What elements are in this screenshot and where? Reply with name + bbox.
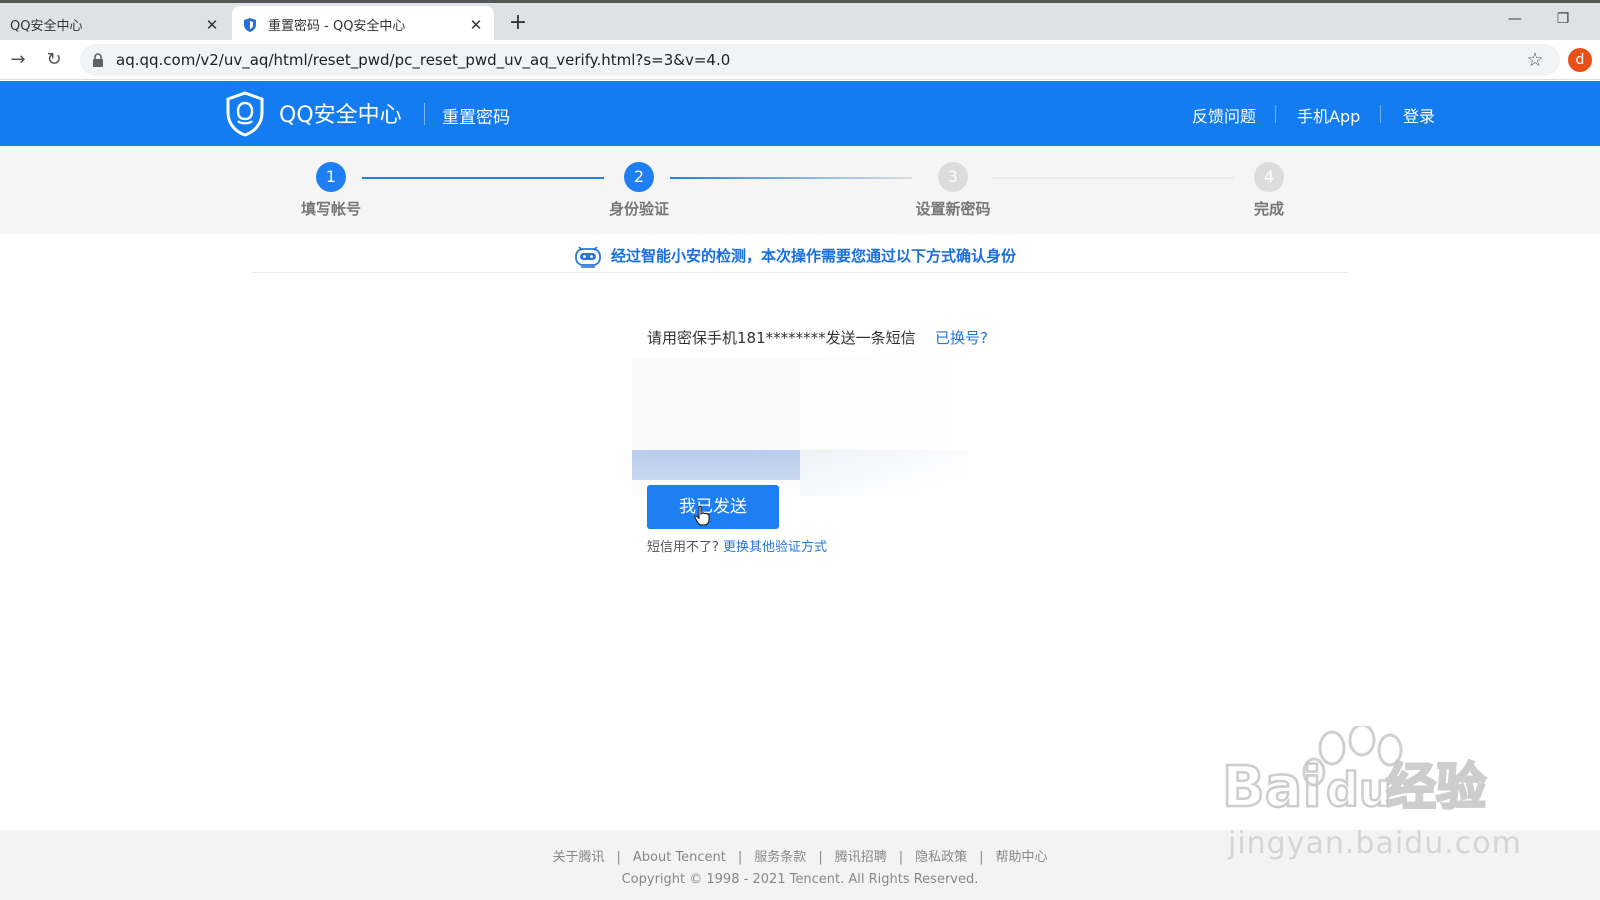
- qq-shield-logo-icon[interactable]: [225, 91, 265, 137]
- shield-favicon-icon: [244, 17, 256, 32]
- tab-close-icon[interactable]: ✕: [204, 16, 220, 34]
- page-subtitle: 重置密码: [442, 108, 510, 128]
- change-verify-method-link[interactable]: 更换其他验证方式: [723, 540, 827, 555]
- tab-title: 重置密码 - QQ安全中心: [268, 19, 406, 34]
- step-connector: [992, 177, 1234, 179]
- footer-separator: |: [818, 850, 823, 865]
- lock-icon: [93, 53, 103, 67]
- step-3-label: 设置新密码: [915, 200, 991, 218]
- tab-title: QQ安全中心: [10, 19, 83, 34]
- tab-close-icon[interactable]: ✕: [468, 16, 484, 34]
- footer-separator: |: [979, 850, 984, 865]
- step-2-circle: 2: [624, 162, 654, 192]
- address-bar-row: → ↻ aq.qq.com/v2/uv_aq/html/reset_pwd/pc…: [0, 40, 1600, 80]
- sms-unavailable-text: 短信用不了?: [647, 540, 719, 555]
- footer-link-about-cn[interactable]: 关于腾讯: [552, 850, 604, 865]
- footer-link-about-en[interactable]: About Tencent: [633, 850, 726, 865]
- logo-text[interactable]: QQ安全中心: [279, 97, 402, 129]
- step-3-circle: 3: [938, 162, 968, 192]
- restore-icon[interactable]: ❐: [1548, 11, 1578, 33]
- footer-link-privacy[interactable]: 隐私政策: [915, 850, 967, 865]
- watermark-url: jingyan.baidu.com: [1228, 826, 1522, 861]
- watermark-brand-cn: 经验: [1386, 758, 1486, 816]
- mobile-app-link[interactable]: 手机App: [1297, 103, 1360, 127]
- tab-reset-password[interactable]: 重置密码 - QQ安全中心 ✕: [232, 6, 494, 43]
- sent-confirm-button[interactable]: 我已发送: [647, 485, 779, 529]
- divider: [252, 272, 1348, 273]
- forward-icon[interactable]: →: [6, 48, 30, 72]
- progress-steps: 1 填写帐号 2 身份验证 3 设置新密码 4 完成: [0, 146, 1600, 234]
- bookmark-star-icon[interactable]: ☆: [1524, 49, 1546, 71]
- footer-separator: |: [898, 850, 904, 865]
- footer-separator: |: [616, 850, 621, 865]
- header-link-divider: [1380, 105, 1381, 123]
- feedback-link[interactable]: 反馈问题: [1192, 103, 1256, 127]
- robot-assistant-icon: [575, 246, 601, 268]
- header-divider: [424, 103, 425, 125]
- footer-link-terms[interactable]: 服务条款: [754, 850, 806, 865]
- watermark-brand-text-2: du: [1326, 763, 1392, 817]
- footer-separator: |: [737, 850, 743, 865]
- step-1-circle: 1: [316, 162, 346, 192]
- url-field[interactable]: aq.qq.com/v2/uv_aq/html/reset_pwd/pc_res…: [80, 44, 1560, 76]
- site-header: QQ安全中心 重置密码 反馈问题 手机App 登录: [0, 81, 1600, 146]
- profile-avatar[interactable]: d: [1568, 48, 1592, 72]
- footer-link-help[interactable]: 帮助中心: [996, 850, 1048, 865]
- tab-qq-security[interactable]: QQ安全中心 ✕: [0, 6, 230, 43]
- new-tab-icon[interactable]: +: [506, 11, 530, 35]
- step-2-label: 身份验证: [608, 200, 669, 218]
- step-connector: [362, 177, 604, 179]
- watermark-brand-text: Bai: [1222, 755, 1322, 820]
- copyright-text: Copyright © 1998 - 2021 Tencent. All Rig…: [621, 872, 979, 887]
- sms-code-highlight: [632, 450, 800, 480]
- notice-text: 经过智能小安的检测，本次操作需要您通过以下方式确认身份: [611, 246, 1017, 265]
- reload-icon[interactable]: ↻: [42, 48, 66, 72]
- login-link[interactable]: 登录: [1403, 103, 1435, 127]
- number-changed-link[interactable]: 已换号?: [935, 327, 988, 348]
- header-link-divider: [1275, 105, 1276, 123]
- alternative-method-row: 短信用不了? 更换其他验证方式: [647, 536, 827, 555]
- step-1-label: 填写帐号: [300, 200, 361, 218]
- browser-tab-bar: QQ安全中心 ✕ 重置密码 - QQ安全中心 ✕ + — ❐: [0, 0, 1600, 43]
- url-text: aq.qq.com/v2/uv_aq/html/reset_pwd/pc_res…: [116, 51, 731, 69]
- sms-code-fade: [800, 450, 968, 496]
- footer-link-careers[interactable]: 腾讯招聘: [835, 850, 887, 865]
- sms-code-box: [632, 358, 800, 450]
- sms-instruction: 请用密保手机181********发送一条短信: [647, 329, 916, 347]
- hand-cursor-icon: [694, 505, 710, 526]
- step-4-label: 完成: [1253, 200, 1284, 218]
- security-notice: 经过智能小安的检测，本次操作需要您通过以下方式确认身份: [573, 240, 1016, 270]
- step-4-circle: 4: [1254, 162, 1284, 192]
- minimize-icon[interactable]: —: [1500, 11, 1530, 33]
- step-connector: [670, 177, 912, 179]
